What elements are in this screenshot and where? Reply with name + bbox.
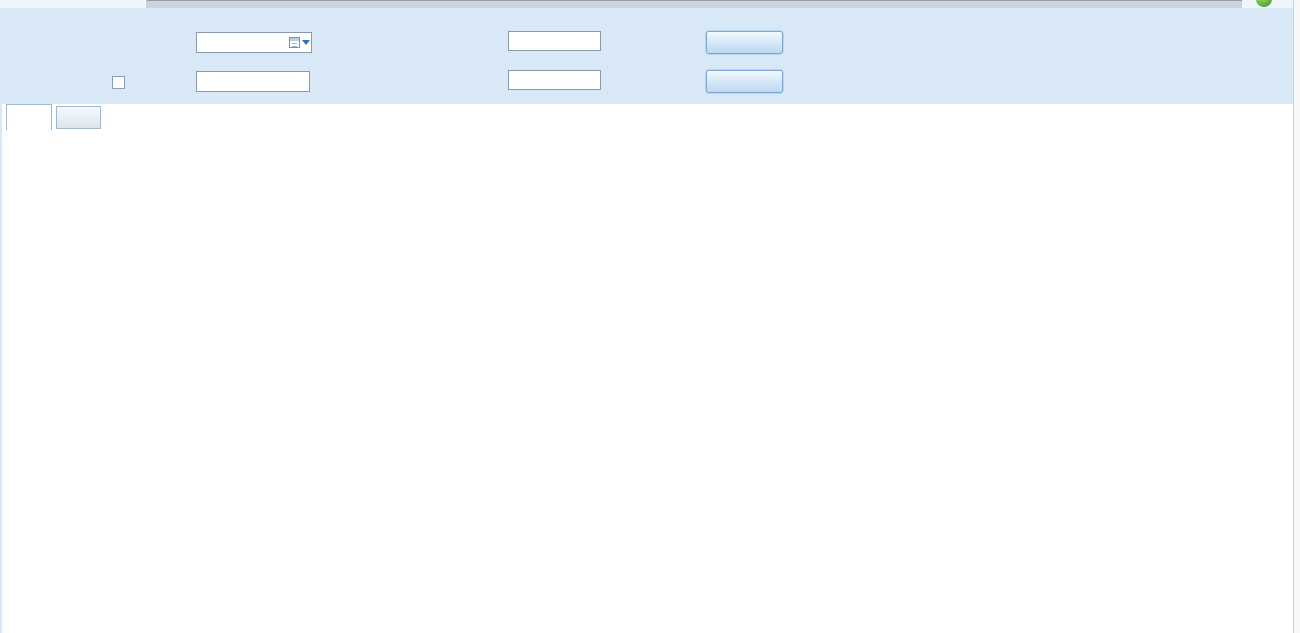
wind-speed-line-chart <box>0 0 1300 633</box>
app-window <box>0 0 1300 633</box>
